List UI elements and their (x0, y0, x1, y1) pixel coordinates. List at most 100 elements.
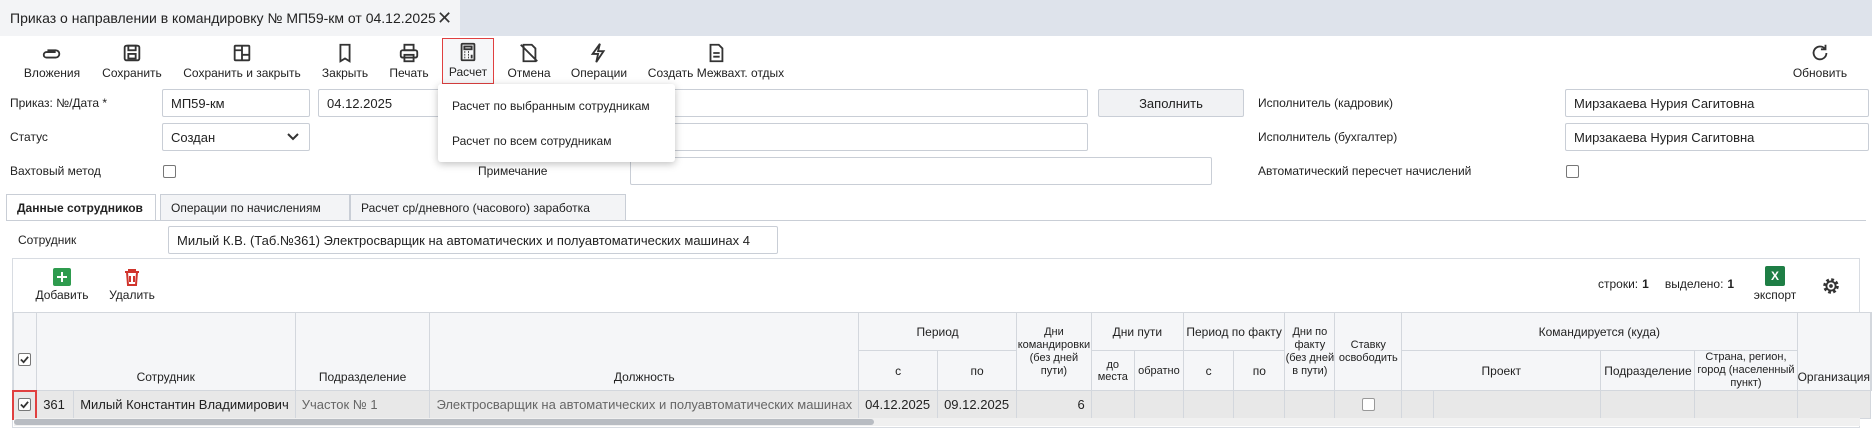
save-and-close-label: Сохранить и закрыть (183, 66, 301, 80)
back-cell (1133, 390, 1184, 419)
save-close-icon (233, 44, 251, 62)
save-icon (123, 44, 141, 62)
employee-column-header[interactable]: Сотрудник (35, 312, 296, 391)
delete-row-label: Удалить (109, 288, 155, 302)
tab-accrual-operations[interactable]: Операции по начислениям (160, 194, 350, 220)
fill-button[interactable]: Заполнить (1098, 89, 1244, 117)
close-button[interactable]: Закрыть (318, 40, 372, 82)
project-cell-a (1401, 390, 1434, 419)
fact-days-column-header[interactable]: Дни по факту (без дней в пути) (1284, 312, 1336, 391)
project-header[interactable]: Проект (1401, 350, 1602, 391)
period-to-cell: 09.12.2025 (937, 390, 1018, 419)
refresh-button[interactable]: Обновить (1790, 40, 1850, 82)
acc-executor-field[interactable]: Мирзакаева Нурия Сагитовна (1565, 123, 1869, 151)
period-to-header[interactable]: по (937, 350, 1018, 391)
release-rate-column-header[interactable]: Ставку освободить (1334, 312, 1403, 391)
create-rest-button[interactable]: Создать Межвахт. отдых (644, 40, 788, 82)
period-from-header[interactable]: с (858, 350, 939, 391)
department-column-header[interactable]: Подразделение (294, 312, 431, 391)
sent-department-cell (1600, 390, 1696, 419)
calc-all-menu-item[interactable]: Расчет по всем сотрудникам (452, 134, 611, 148)
status-select[interactable]: Создан (162, 123, 310, 151)
to-place-header[interactable]: до места (1090, 350, 1135, 391)
department-cell: Участок № 1 (294, 390, 431, 419)
status-label: Статус (10, 130, 48, 144)
fact-from-cell (1182, 390, 1235, 419)
excel-export-button[interactable]: X экспорт (1750, 266, 1800, 302)
period-from-cell: 04.12.2025 (858, 390, 939, 419)
order-label: Приказ: №/Дата * (10, 96, 108, 110)
extra-column-header (1870, 312, 1872, 391)
fact-to-cell (1233, 390, 1286, 419)
rows-count: 1 (1642, 277, 1649, 291)
status-extra-field[interactable] (630, 123, 1088, 151)
row-select-cell[interactable] (11, 389, 38, 420)
cancel-button[interactable]: Отмена (504, 40, 554, 82)
close-doc-icon (339, 43, 351, 63)
table-row[interactable]: 361 Милый Константин Владимирович Участо… (11, 389, 1872, 420)
document-tab-title: Приказ о направлении в командировку № МП… (10, 10, 436, 26)
employee-filter-field[interactable]: Милый К.В. (Таб.№361) Электросварщик на … (168, 226, 778, 254)
operations-label: Операции (570, 66, 628, 80)
cancel-label: Отмена (507, 66, 551, 80)
window-tabbar: Приказ о направлении в командировку № МП… (0, 0, 1872, 36)
document-icon (709, 43, 724, 63)
delete-row-button[interactable]: Удалить (104, 268, 160, 302)
position-column-header[interactable]: Должность (429, 312, 860, 391)
tab-number-cell: 361 (35, 390, 75, 419)
auto-recalc-label: Автоматический пересчет начислений (1258, 164, 1472, 178)
print-label: Печать (389, 66, 429, 80)
save-button[interactable]: Сохранить (100, 40, 164, 82)
document-tab[interactable]: Приказ о направлении в командировку № МП… (0, 0, 460, 36)
release-rate-checkbox[interactable] (1361, 398, 1375, 411)
add-row-button[interactable]: Добавить (32, 268, 92, 302)
horizontal-scrollbar-thumb[interactable] (14, 419, 874, 425)
trip-days-column-header[interactable]: Дни командировки (без дней пути) (1016, 312, 1092, 391)
note-field[interactable] (630, 157, 1212, 185)
attachments-label: Вложения (23, 66, 81, 80)
tabs-divider (6, 220, 1866, 221)
selected-count: 1 (1727, 277, 1735, 291)
select-all-header[interactable] (12, 312, 37, 391)
refresh-icon (1812, 44, 1828, 61)
rotation-label: Вахтовый метод (10, 164, 101, 178)
checkmark-icon (20, 355, 29, 364)
grid-settings-gear-icon[interactable] (1820, 275, 1842, 297)
attachments-button[interactable]: Вложения (20, 40, 84, 82)
row-checkbox[interactable] (18, 398, 32, 411)
hr-executor-label: Исполнитель (кадровик) (1258, 96, 1393, 110)
calculator-icon (460, 42, 476, 62)
period-fact-column-header: Период по факту (1182, 312, 1286, 351)
employee-filter-label: Сотрудник (18, 233, 77, 247)
close-tab-icon[interactable]: ✕ (437, 8, 452, 28)
period-column-header: Период (858, 312, 1018, 351)
order-number-field[interactable]: МП59-км (162, 89, 310, 117)
calc-button[interactable]: Расчет (442, 38, 494, 84)
tab-average-earnings[interactable]: Расчет ср/дневного (часового) заработка (350, 194, 626, 220)
print-button[interactable]: Печать (384, 40, 434, 82)
chevron-down-icon (287, 133, 299, 141)
fact-from-header[interactable]: с (1182, 350, 1235, 391)
refresh-label: Обновить (1792, 66, 1848, 80)
back-header[interactable]: обратно (1133, 350, 1184, 391)
select-all-checkbox[interactable] (18, 352, 32, 366)
save-label: Сохранить (102, 66, 162, 80)
rotation-checkbox[interactable] (163, 165, 176, 178)
operations-button[interactable]: Операции (566, 40, 632, 82)
order-date-field[interactable]: 04.12.2025 (318, 89, 1088, 117)
note-label: Примечание (478, 164, 548, 178)
country-header[interactable]: Страна, регион, город (населенный пункт) (1694, 350, 1798, 391)
auto-recalc-checkbox[interactable] (1566, 165, 1579, 178)
lightning-icon (590, 43, 606, 63)
trash-icon (125, 269, 139, 286)
to-place-cell (1090, 390, 1135, 419)
sent-department-header[interactable]: Подразделение (1600, 350, 1696, 391)
save-and-close-button[interactable]: Сохранить и закрыть (180, 40, 304, 82)
tab-employee-data[interactable]: Данные сотрудников (6, 194, 156, 221)
fact-to-header[interactable]: по (1233, 350, 1286, 391)
hr-executor-field[interactable]: Мирзакаева Нурия Сагитовна (1565, 89, 1869, 117)
release-rate-cell (1334, 390, 1403, 419)
calc-selected-menu-item[interactable]: Расчет по выбранным сотрудникам (452, 99, 650, 113)
organization-column-header[interactable]: Организация (1796, 312, 1871, 391)
printer-icon (399, 43, 419, 63)
